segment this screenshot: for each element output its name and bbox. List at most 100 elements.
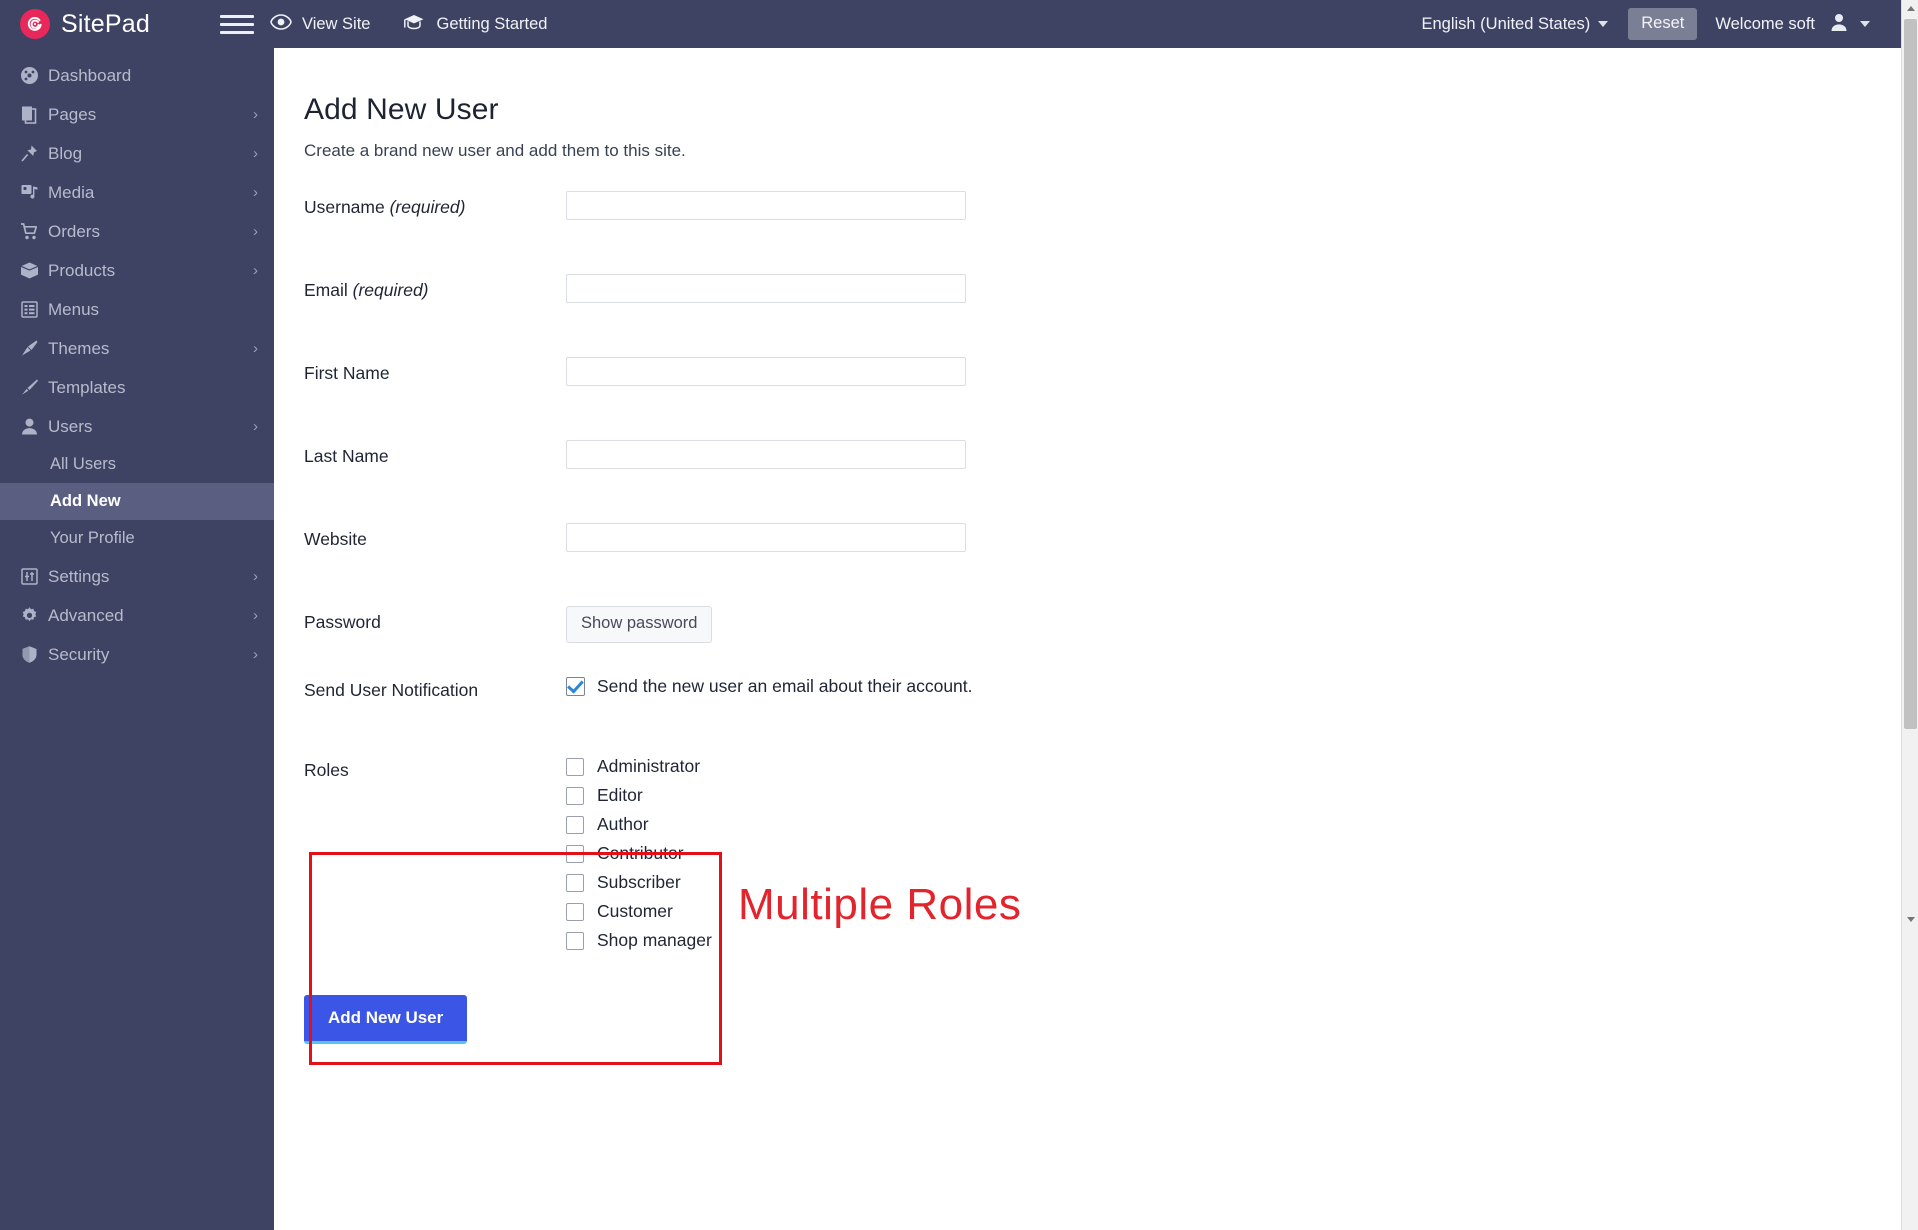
pages-icon — [20, 105, 48, 124]
language-selector[interactable]: English (United States) — [1409, 15, 1620, 34]
sidebar-item-dashboard[interactable]: Dashboard — [0, 56, 274, 95]
form-row-send-notification: Send User Notification Send the new user… — [304, 674, 1918, 734]
first-name-label: First Name — [304, 363, 390, 383]
pin-icon — [20, 144, 48, 163]
chevron-right-icon: › — [253, 106, 258, 123]
hamburger-menu-icon[interactable] — [220, 7, 254, 41]
sliders-icon — [20, 567, 48, 586]
sidebar-item-label: Settings — [48, 566, 110, 586]
sidebar-item-all-users[interactable]: All Users — [0, 446, 274, 483]
welcome-label: Welcome soft — [1715, 14, 1815, 33]
show-password-button[interactable]: Show password — [566, 606, 713, 643]
role-option-administrator[interactable]: Administrator — [566, 756, 712, 777]
sidebar-item-menus[interactable]: Menus — [0, 290, 274, 329]
user-avatar-icon — [1829, 12, 1849, 37]
media-icon — [20, 183, 48, 202]
role-label: Author — [597, 814, 649, 834]
email-input[interactable] — [566, 274, 966, 303]
view-site-link[interactable]: View Site — [254, 0, 386, 48]
sitepad-spiral-logo-icon — [20, 9, 50, 39]
graduation-cap-icon — [402, 12, 426, 37]
body-area: Dashboard Pages › Blog › Media › Orders … — [0, 48, 1918, 1230]
role-checkbox[interactable] — [566, 902, 584, 921]
chevron-down-icon — [1860, 21, 1870, 27]
role-option-author[interactable]: Author — [566, 814, 712, 835]
getting-started-link[interactable]: Getting Started — [386, 0, 563, 48]
chevron-right-icon: › — [253, 262, 258, 279]
eye-icon — [270, 13, 292, 35]
sidebar-subitem-label: All Users — [50, 455, 117, 473]
box-icon — [20, 261, 48, 280]
sidebar-item-security[interactable]: Security › — [0, 635, 274, 674]
role-checkbox[interactable] — [566, 844, 584, 863]
scroll-down-arrow-icon[interactable] — [1902, 911, 1918, 928]
role-option-contributor[interactable]: Contributor — [566, 843, 712, 864]
scrollbar-thumb[interactable] — [1904, 19, 1917, 729]
form-row-first-name: First Name — [304, 357, 1918, 440]
cart-icon — [20, 222, 48, 241]
chevron-right-icon: › — [253, 607, 258, 624]
username-input[interactable] — [566, 191, 966, 220]
chevron-right-icon: › — [253, 223, 258, 240]
scroll-up-arrow-icon[interactable] — [1902, 0, 1918, 17]
email-required-note: (required) — [352, 280, 429, 300]
send-notification-checkbox-row[interactable]: Send the new user an email about their a… — [566, 674, 973, 697]
role-option-customer[interactable]: Customer — [566, 901, 712, 922]
form-row-email: Email (required) — [304, 274, 1918, 357]
sidebar-item-label: Security — [48, 644, 110, 664]
send-notification-checkbox[interactable] — [566, 677, 585, 696]
gear-icon — [20, 606, 48, 625]
role-checkbox[interactable] — [566, 757, 584, 776]
brush-icon — [20, 339, 48, 358]
last-name-input[interactable] — [566, 440, 966, 469]
account-menu[interactable] — [1829, 12, 1870, 37]
sidebar-item-label: Templates — [48, 377, 126, 397]
sidebar-item-users[interactable]: Users › — [0, 407, 274, 446]
add-new-user-button[interactable]: Add New User — [304, 995, 468, 1044]
reset-button[interactable]: Reset — [1628, 8, 1698, 40]
sidebar-item-templates[interactable]: Templates — [0, 368, 274, 407]
sidebar-item-settings[interactable]: Settings › — [0, 557, 274, 596]
chevron-right-icon: › — [253, 568, 258, 585]
sidebar-item-pages[interactable]: Pages › — [0, 95, 274, 134]
first-name-input[interactable] — [566, 357, 966, 386]
password-label: Password — [304, 612, 381, 632]
role-checkbox[interactable] — [566, 931, 584, 950]
shield-icon — [20, 645, 48, 664]
brand[interactable]: SitePad — [0, 9, 210, 39]
getting-started-label: Getting Started — [436, 14, 548, 33]
website-input[interactable] — [566, 523, 966, 552]
role-option-shop-manager[interactable]: Shop manager — [566, 930, 712, 951]
paintbrush-icon — [20, 378, 48, 397]
chevron-down-icon — [1598, 21, 1609, 27]
sidebar-item-advanced[interactable]: Advanced › — [0, 596, 274, 635]
sidebar-item-add-new[interactable]: Add New — [0, 483, 274, 520]
sidebar-item-label: Advanced — [48, 605, 124, 625]
sidebar-subitem-label: Your Profile — [50, 529, 135, 547]
sidebar-item-label: Blog — [48, 143, 83, 163]
sidebar-item-media[interactable]: Media › — [0, 173, 274, 212]
chevron-right-icon: › — [253, 418, 258, 435]
sidebar-item-products[interactable]: Products › — [0, 251, 274, 290]
roles-checkbox-group: Administrator Editor Author Contributor … — [566, 754, 712, 951]
form-row-password: Password Show password — [304, 606, 1918, 674]
role-option-editor[interactable]: Editor — [566, 785, 712, 806]
role-checkbox[interactable] — [566, 786, 584, 805]
list-icon — [20, 300, 48, 319]
role-label: Contributor — [597, 843, 684, 863]
sidebar-item-label: Products — [48, 260, 116, 280]
sidebar-item-your-profile[interactable]: Your Profile — [0, 520, 274, 557]
page-scrollbar[interactable] — [1901, 0, 1918, 1230]
role-label: Subscriber — [597, 872, 681, 892]
sidebar-item-orders[interactable]: Orders › — [0, 212, 274, 251]
website-label: Website — [304, 529, 367, 549]
sidebar-item-blog[interactable]: Blog › — [0, 134, 274, 173]
brand-name: SitePad — [61, 9, 150, 38]
sidebar-item-label: Dashboard — [48, 65, 132, 85]
role-label: Shop manager — [597, 930, 712, 950]
sidebar: Dashboard Pages › Blog › Media › Orders … — [0, 48, 274, 1230]
role-checkbox[interactable] — [566, 873, 584, 892]
role-checkbox[interactable] — [566, 815, 584, 834]
role-option-subscriber[interactable]: Subscriber — [566, 872, 712, 893]
sidebar-item-themes[interactable]: Themes › — [0, 329, 274, 368]
